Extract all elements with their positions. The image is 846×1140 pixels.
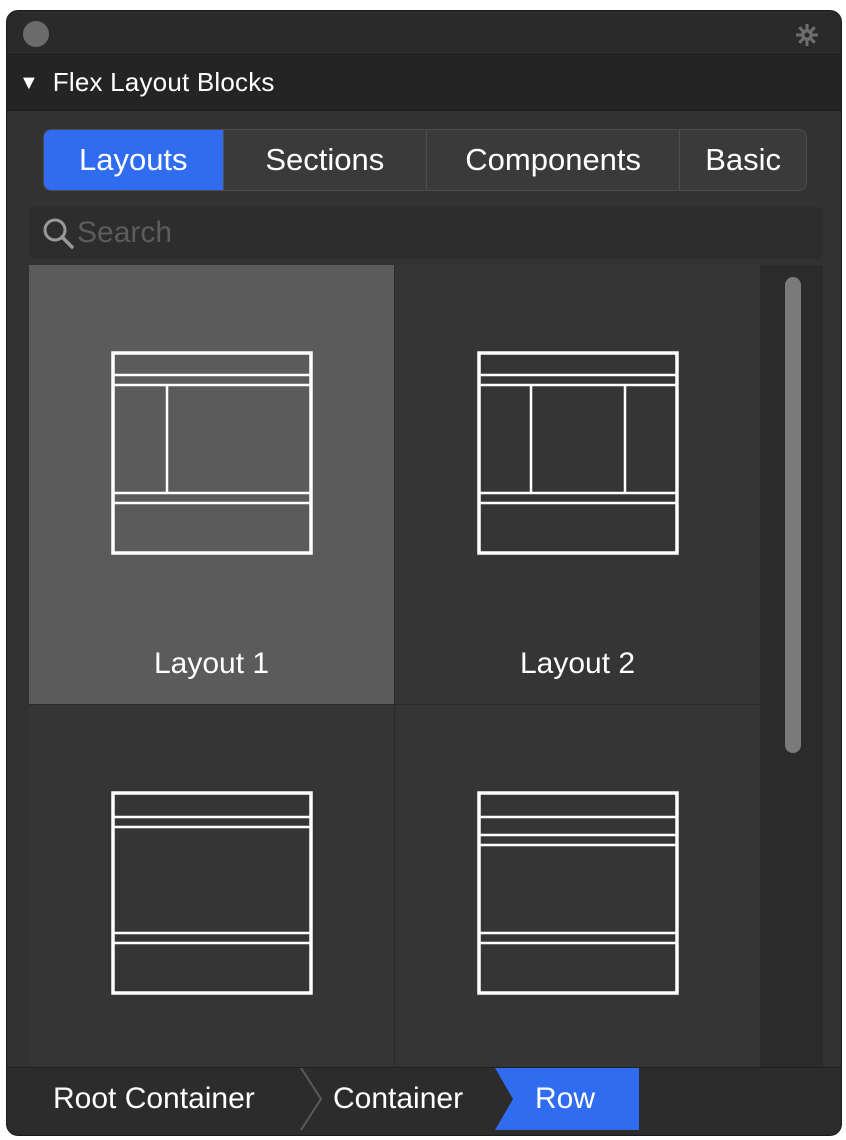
close-button[interactable] [23,21,49,47]
breadcrumb-item-root-container[interactable]: Root Container [53,1068,255,1130]
tab-sections[interactable]: Sections [223,130,427,190]
gear-icon[interactable] [795,23,819,47]
layout-1-thumbnail-icon [111,351,313,555]
tab-bar: Layouts Sections Components Basic [43,129,807,191]
layout-grid-area: Layout 1 Layout 2 [29,265,823,1071]
scrollbar-thumb[interactable] [785,277,801,753]
panel-title: Flex Layout Blocks [52,67,275,97]
layout-tile-3[interactable] [29,705,395,1071]
breadcrumb: Root Container Container Row [7,1067,841,1135]
layout-4-thumbnail-icon [477,791,679,995]
tab-layouts[interactable]: Layouts [44,130,224,190]
layout-grid: Layout 1 Layout 2 [29,265,761,1071]
layout-3-thumbnail-icon [111,791,313,995]
scrollbar[interactable] [761,265,823,1071]
layout-label: Layout 2 [519,647,636,680]
search-icon [43,218,74,249]
panel-header[interactable]: ▼ Flex Layout Blocks [7,55,841,111]
layout-tile-4[interactable] [395,705,761,1071]
breadcrumb-item-row[interactable]: Row [535,1068,595,1130]
search-input[interactable] [77,216,777,250]
panel-window: ▼ Flex Layout Blocks Layouts Sections Co… [6,10,842,1136]
breadcrumb-item-container[interactable]: Container [333,1068,463,1130]
titlebar[interactable] [7,11,841,55]
layout-2-thumbnail-icon [477,351,679,555]
layout-label: Layout 1 [153,647,270,680]
search-bar[interactable] [29,207,823,259]
layout-tile-2[interactable]: Layout 2 [395,265,761,705]
tab-components[interactable]: Components [427,130,681,190]
layout-tile-1[interactable]: Layout 1 [29,265,395,705]
tab-basic[interactable]: Basic [680,130,806,190]
disclosure-triangle-icon[interactable]: ▼ [19,73,39,93]
chevron-right-icon [300,1068,323,1130]
